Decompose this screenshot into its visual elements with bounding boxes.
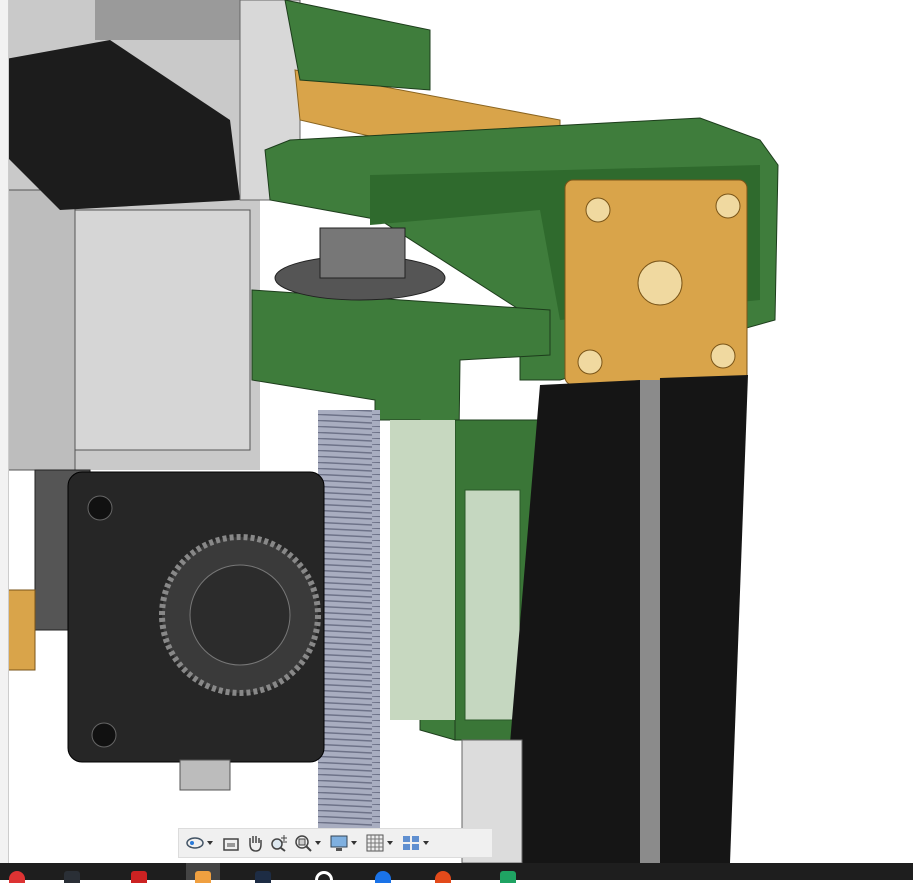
extruder-body [0,0,301,471]
grid-settings-button[interactable] [365,831,397,855]
zoom-icon [271,835,287,852]
red-app-icon [9,871,25,883]
taskbar-app-8[interactable] [426,863,460,883]
red-diamond-app-icon [131,871,147,883]
browser-panel-edge [0,0,9,863]
chevron-down-icon[interactable] [423,841,429,845]
chevron-down-icon[interactable] [387,841,393,845]
chrome-icon [315,871,333,886]
3d-model-viewport[interactable] [0,0,913,863]
orbit-button[interactable] [185,831,217,855]
chevron-down-icon[interactable] [315,841,321,845]
viewports-icon [403,836,419,850]
viewports-button[interactable] [401,831,433,855]
taskbar-app-chrome[interactable] [306,863,340,886]
look-at-button[interactable] [221,831,241,855]
blower-fan [67,471,325,763]
orbit-icon [186,837,204,849]
fit-zoom-window-icon [295,835,312,852]
look-at-icon [223,838,239,851]
fit-button[interactable] [293,831,325,855]
taskbar-app-9[interactable] [491,863,525,883]
orange-app-icon [435,871,451,883]
taskbar-app-7[interactable] [366,863,400,883]
dark-app-icon [64,871,80,883]
lead-screw [318,410,380,830]
blue-app-icon [255,871,271,883]
taskbar-app-3[interactable] [122,863,156,883]
navigation-toolbar [178,828,493,858]
display-settings-icon [330,835,348,851]
pan-hand-icon [249,836,262,852]
chevron-down-icon[interactable] [351,841,357,845]
chevron-down-icon[interactable] [207,841,213,845]
windows-taskbar [0,863,913,886]
extrusion-profile [564,179,748,386]
taskbar-app-1[interactable] [0,863,34,883]
blue-circle-app-icon [375,871,391,883]
pan-button[interactable] [245,831,265,855]
taskbar-app-2[interactable] [55,863,89,883]
display-settings-button[interactable] [329,831,361,855]
taskbar-app-fusion[interactable] [186,863,220,883]
zoom-button[interactable] [269,831,289,855]
fusion-app-icon [195,871,211,883]
green-app-icon [500,871,516,883]
taskbar-app-5[interactable] [246,863,280,883]
grid-settings-icon [366,834,384,852]
